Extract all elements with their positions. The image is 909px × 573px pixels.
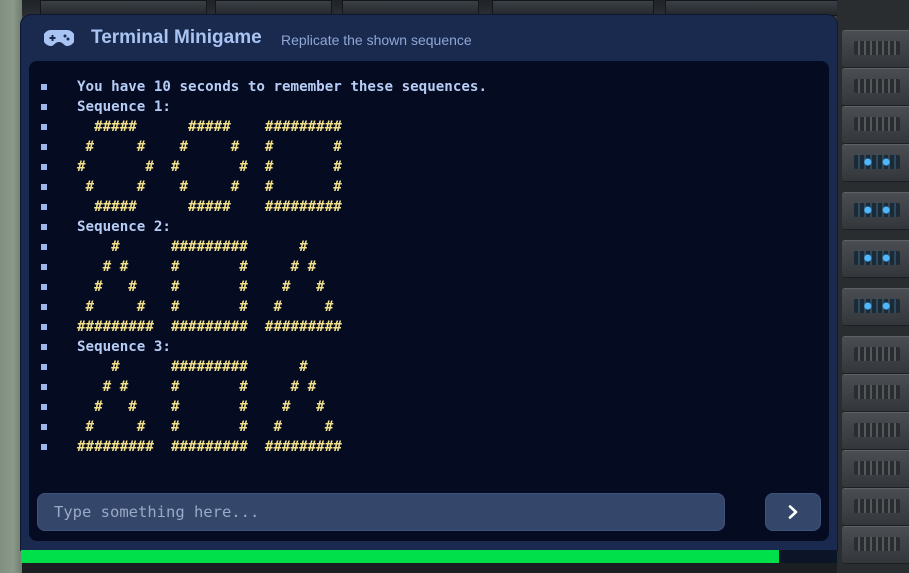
line-bullet: [41, 144, 47, 150]
ascii-art-line: # # # # # #: [41, 157, 811, 177]
line-text: You have 10 seconds to remember these se…: [77, 79, 487, 95]
line-text: # # # # # #: [77, 279, 325, 295]
timer-fill: [21, 550, 779, 563]
line-bullet: [41, 84, 47, 90]
server-unit: [842, 450, 909, 488]
ascii-art-line: # ######### #: [41, 237, 811, 257]
terminal-output: You have 10 seconds to remember these se…: [29, 61, 829, 541]
line-text: # ######### #: [77, 239, 308, 255]
line-bullet: [41, 424, 47, 430]
line-bullet: [41, 184, 47, 190]
terminal-line: You have 10 seconds to remember these se…: [41, 77, 811, 97]
ascii-art-line: # # # # # #: [41, 257, 811, 277]
server-unit: [842, 144, 909, 182]
line-text: # # # # # #: [77, 179, 342, 195]
line-bullet: [41, 404, 47, 410]
command-bar: [37, 493, 821, 533]
server-unit: [842, 68, 909, 106]
line-bullet: [41, 104, 47, 110]
ascii-art-line: # # # # # #: [41, 277, 811, 297]
line-bullet: [41, 364, 47, 370]
server-unit: [842, 192, 909, 230]
window-subtitle: Replicate the shown sequence: [281, 32, 472, 48]
background-monitor: [215, 0, 332, 16]
server-unit: [842, 30, 909, 68]
line-text: # # # # # #: [77, 159, 342, 175]
window-title: Terminal Minigame: [91, 27, 262, 48]
line-bullet: [41, 164, 47, 170]
line-bullet: [41, 224, 47, 230]
line-bullet: [41, 124, 47, 130]
line-text: Sequence 2:: [77, 219, 171, 235]
line-text: # # # # # #: [77, 399, 325, 415]
line-text: # ######### #: [77, 359, 308, 375]
line-bullet: [41, 324, 47, 330]
background-floor: [22, 563, 837, 573]
background-monitor: [492, 0, 654, 16]
line-bullet: [41, 444, 47, 450]
ascii-art-line: ######### ######### #########: [41, 437, 811, 457]
line-bullet: [41, 344, 47, 350]
server-unit: [842, 488, 909, 526]
ascii-art-line: # # # # # #: [41, 377, 811, 397]
background-monitor: [40, 0, 207, 16]
submit-button[interactable]: [765, 493, 821, 531]
line-text: Sequence 3:: [77, 339, 171, 355]
ascii-art-line: # # # # # #: [41, 177, 811, 197]
window-header: Terminal Minigame Replicate the shown se…: [21, 15, 837, 61]
line-text: ##### ##### #########: [77, 199, 342, 215]
line-bullet: [41, 244, 47, 250]
ascii-art-line: ##### ##### #########: [41, 117, 811, 137]
line-bullet: [41, 304, 47, 310]
line-bullet: [41, 204, 47, 210]
line-text: # # # # # #: [77, 379, 317, 395]
minigame-window: Terminal Minigame Replicate the shown se…: [21, 15, 837, 550]
server-unit: [842, 240, 909, 278]
line-bullet: [41, 384, 47, 390]
line-bullet: [41, 264, 47, 270]
line-text: # # # # # #: [77, 259, 317, 275]
server-unit: [842, 336, 909, 374]
ascii-art-line: # # # # # #: [41, 297, 811, 317]
ascii-art-line: ######### ######### #########: [41, 317, 811, 337]
chevron-right-icon: [788, 505, 798, 519]
line-text: ######### ######### #########: [77, 319, 342, 335]
gamepad-icon: [44, 30, 74, 46]
timer-bar: [21, 550, 837, 563]
line-text: # # # # # #: [77, 299, 334, 315]
ascii-art-line: # # # # # #: [41, 397, 811, 417]
line-text: Sequence 1:: [77, 99, 171, 115]
background-wall: [0, 0, 22, 573]
line-text: ##### ##### #########: [77, 119, 342, 135]
terminal-line: Sequence 3:: [41, 337, 811, 357]
ascii-art-line: # # # # # #: [41, 137, 811, 157]
line-text: ######### ######### #########: [77, 439, 342, 455]
terminal-line: Sequence 1:: [41, 97, 811, 117]
background-monitor: [665, 0, 842, 16]
server-unit: [842, 288, 909, 326]
background-monitor: [342, 0, 479, 16]
server-unit: [842, 106, 909, 144]
command-input[interactable]: [37, 493, 725, 531]
server-unit: [842, 374, 909, 412]
line-text: # # # # # #: [77, 139, 342, 155]
line-text: # # # # # #: [77, 419, 334, 435]
ascii-art-line: ##### ##### #########: [41, 197, 811, 217]
ascii-art-line: # ######### #: [41, 357, 811, 377]
server-unit: [842, 526, 909, 564]
server-unit: [842, 412, 909, 450]
ascii-art-line: # # # # # #: [41, 417, 811, 437]
line-bullet: [41, 284, 47, 290]
terminal-lines: You have 10 seconds to remember these se…: [41, 77, 811, 457]
terminal-line: Sequence 2:: [41, 217, 811, 237]
